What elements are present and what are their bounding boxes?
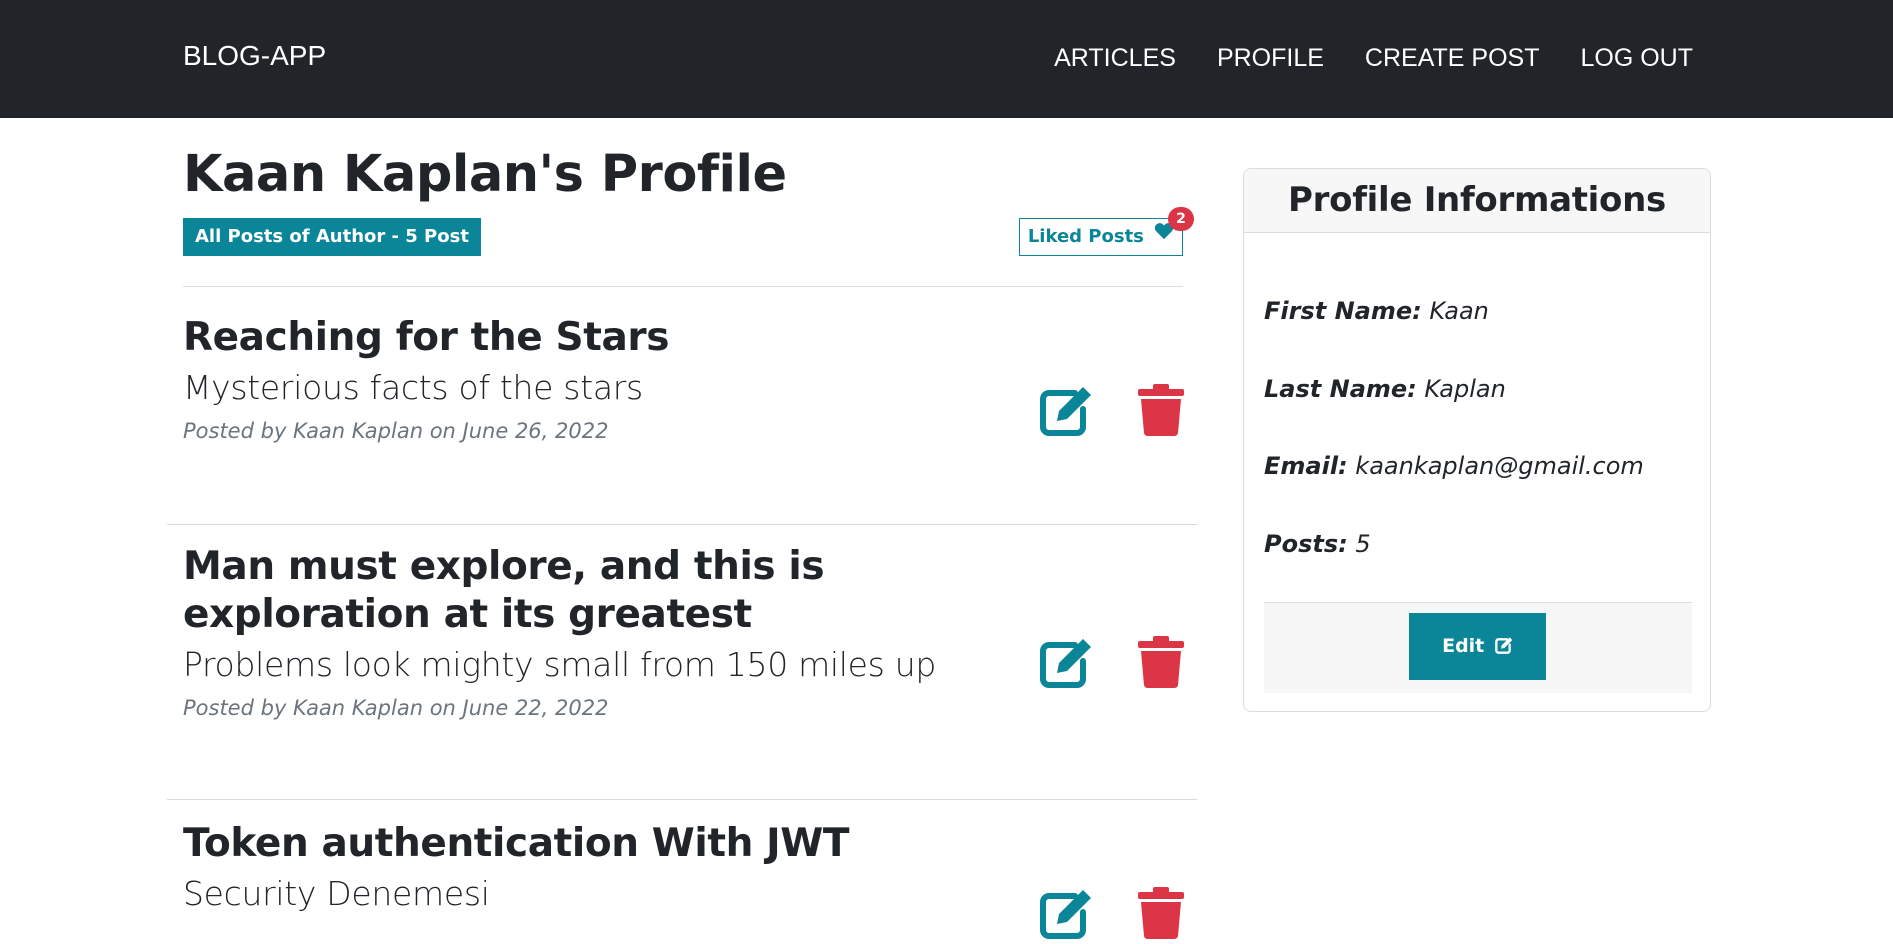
liked-posts-button[interactable]: Liked Posts 2 <box>1019 207 1194 256</box>
delete-post-button[interactable] <box>1138 887 1184 943</box>
post-subtitle: Mysterious facts of the stars <box>183 368 643 407</box>
post-title[interactable]: Man must explore, and this is exploratio… <box>183 543 923 639</box>
card-header: Profile Informations <box>1244 169 1710 233</box>
post-meta: Posted by Kaan Kaplan on June 22, 2022 <box>183 696 609 720</box>
last-name-label: Last Name: <box>1264 375 1417 403</box>
post-subtitle: Problems look mighty small from 150 mile… <box>183 645 937 684</box>
divider <box>167 799 1197 800</box>
navbar: BLOG-APP ARTICLES PROFILE CREATE POST LO… <box>0 0 1893 118</box>
last-name-value: Kaplan <box>1424 375 1506 403</box>
edit-icon <box>1491 635 1513 657</box>
last-name-row: Last Name: Kaplan <box>1264 375 1506 403</box>
posts-count-badge: All Posts of Author - 5 Post <box>183 218 481 256</box>
post-item: Reaching for the Stars Mysterious facts … <box>183 314 1184 443</box>
edit-post-button[interactable] <box>1039 383 1093 441</box>
posts-label: Posts: <box>1264 530 1348 558</box>
edit-icon <box>1039 890 1093 944</box>
nav-link-profile[interactable]: PROFILE <box>1217 44 1324 73</box>
nav-link-articles[interactable]: ARTICLES <box>1054 44 1176 73</box>
divider <box>167 524 1197 525</box>
email-label: Email: <box>1264 452 1348 480</box>
divider <box>183 286 1183 287</box>
first-name-label: First Name: <box>1264 297 1422 325</box>
brand-logo[interactable]: BLOG-APP <box>183 40 326 72</box>
edit-icon <box>1039 387 1093 441</box>
post-item: Man must explore, and this is exploratio… <box>183 543 1184 720</box>
profile-info-card: Profile Informations First Name: Kaan La… <box>1243 168 1711 712</box>
trash-icon <box>1138 636 1184 692</box>
first-name-row: First Name: Kaan <box>1264 297 1489 325</box>
edit-icon <box>1039 639 1093 693</box>
page-title: Kaan Kaplan's Profile <box>183 145 787 204</box>
trash-icon <box>1138 887 1184 943</box>
posts-row: Posts: 5 <box>1264 530 1371 558</box>
edit-profile-label: Edit <box>1442 635 1485 657</box>
posts-value: 5 <box>1355 530 1371 558</box>
first-name-value: Kaan <box>1429 297 1489 325</box>
post-subtitle: Security Denemesi <box>183 874 490 913</box>
email-value: kaankaplan@gmail.com <box>1355 452 1644 480</box>
trash-icon <box>1138 384 1184 440</box>
liked-posts-label: Liked Posts <box>1027 226 1144 247</box>
card-footer: Edit <box>1264 602 1692 693</box>
delete-post-button[interactable] <box>1138 636 1184 692</box>
nav-link-create-post[interactable]: CREATE POST <box>1365 44 1540 73</box>
nav-links: ARTICLES PROFILE CREATE POST LOG OUT <box>1013 44 1693 73</box>
liked-count-badge: 2 <box>1168 207 1194 231</box>
edit-post-button[interactable] <box>1039 635 1093 693</box>
delete-post-button[interactable] <box>1138 384 1184 440</box>
nav-link-log-out[interactable]: LOG OUT <box>1580 44 1693 73</box>
edit-profile-button[interactable]: Edit <box>1409 613 1546 680</box>
post-title[interactable]: Reaching for the Stars <box>183 314 923 362</box>
post-item: Token authentication With JWT Security D… <box>183 820 1184 940</box>
post-title[interactable]: Token authentication With JWT <box>183 820 923 868</box>
post-meta: Posted by Kaan Kaplan on June 26, 2022 <box>183 419 609 443</box>
edit-post-button[interactable] <box>1039 886 1093 944</box>
email-row: Email: kaankaplan@gmail.com <box>1264 452 1644 480</box>
